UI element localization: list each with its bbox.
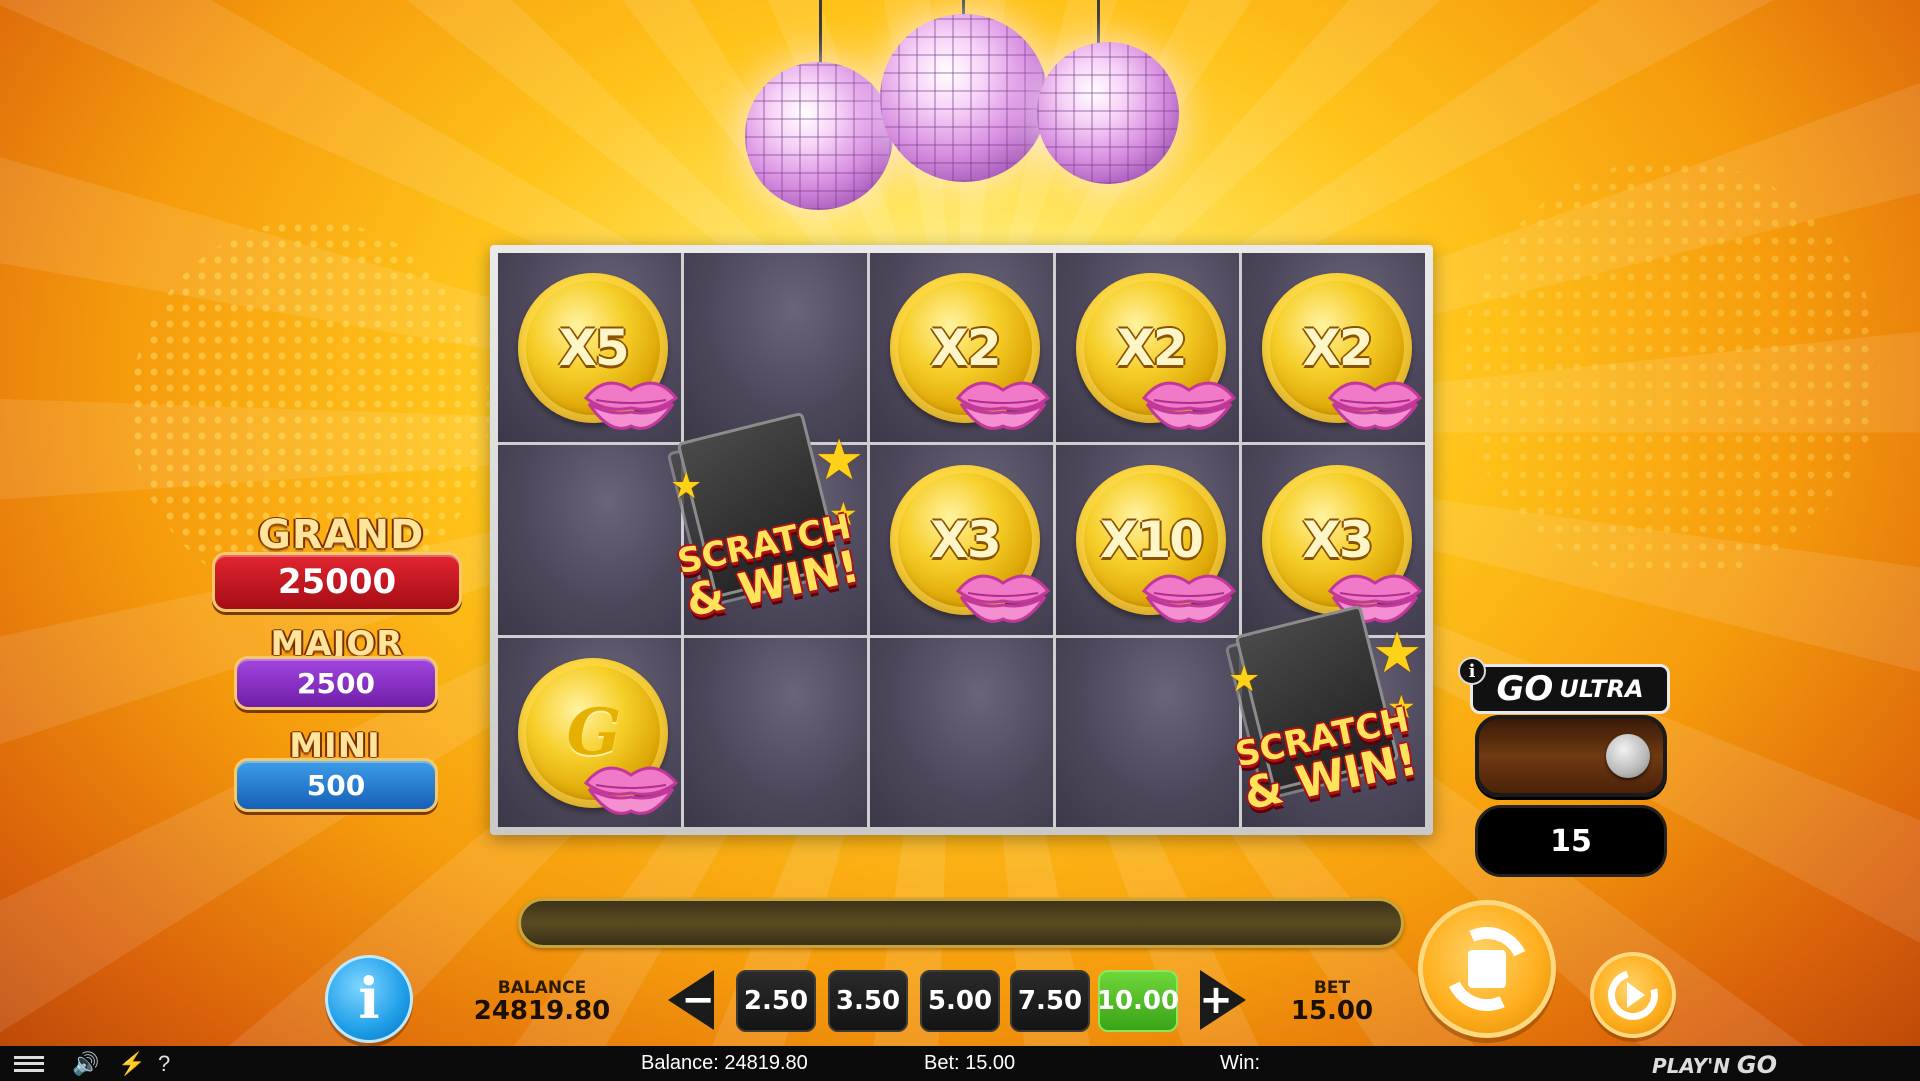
grid-cell: X3 (1242, 445, 1425, 635)
bet-option-1[interactable]: 3.50 (828, 970, 908, 1032)
bet-label: BET (1313, 978, 1351, 998)
play-icon (1627, 982, 1645, 1008)
bet-option-0[interactable]: 2.50 (736, 970, 816, 1032)
lightning-icon[interactable]: ⚡ (118, 1051, 145, 1077)
bet-decrease-button[interactable]: − (668, 970, 715, 1030)
grid-cell: X5 (498, 253, 681, 443)
balance-label: BALANCE (497, 978, 587, 998)
status-balance: Balance: 24819.80 (641, 1052, 808, 1074)
grid-cell (498, 445, 681, 635)
grid-cell (684, 253, 867, 443)
grid-cell: X3 (870, 445, 1053, 635)
info-button[interactable]: i (325, 955, 413, 1043)
jackpot-mini-value: 500 (234, 758, 438, 812)
disco-string (819, 0, 822, 70)
kiss-lips-icon (581, 753, 681, 823)
go-ultra-ultra-text: ULTRA (1559, 675, 1644, 703)
provider-logo-small: PLAY'N (1652, 1054, 1730, 1078)
bet-option-3[interactable]: 7.50 (1010, 970, 1090, 1032)
go-ultra-toggle-knob[interactable] (1606, 734, 1650, 778)
bet-option-2[interactable]: 5.00 (920, 970, 1000, 1032)
star-icon: ★ (1372, 620, 1423, 684)
grid-cell: X10 (1056, 445, 1239, 635)
kiss-lips-icon (953, 368, 1053, 438)
info-icon[interactable]: i (1458, 657, 1486, 685)
jackpot-major-value: 2500 (234, 656, 438, 710)
disco-ball-left (745, 62, 893, 210)
bet-value: 15.00 (1290, 996, 1374, 1026)
star-icon: ★ (814, 428, 865, 492)
bet-decrease-label: − (681, 977, 715, 1023)
grid-cell (1056, 637, 1239, 827)
bet-increase-label: + (1199, 977, 1233, 1023)
star-icon: ★ (670, 465, 703, 507)
bottom-status-bar: 🔊 ⚡ ? Balance: 24819.80 Bet: 15.00 Win: … (0, 1046, 1920, 1081)
kiss-lips-icon (1325, 368, 1425, 438)
jackpot-grand-value: 25000 (212, 552, 462, 612)
bet-increase-button[interactable]: + (1199, 970, 1246, 1030)
reel-grid-frame: X5 X2 X2 X2 ★ ★ ★ SCRATCH & WIN! X3 X10 X3 G ★ ★ ★ SCRAT… (490, 245, 1433, 835)
background-dots-right (1460, 160, 1880, 580)
reel-grid: X5 X2 X2 X2 ★ ★ ★ SCRATCH & WIN! X3 X10 X3 G ★ ★ ★ SCRAT… (498, 253, 1425, 827)
help-button[interactable]: ? (158, 1051, 170, 1077)
grid-cell: X2 (1056, 253, 1239, 443)
menu-icon[interactable] (14, 1056, 44, 1072)
grid-cell: ★ ★ ★ SCRATCH & WIN! (666, 411, 867, 635)
stop-square-icon (1468, 950, 1506, 988)
grid-cell: X2 (1242, 253, 1425, 443)
win-progress-bar (518, 898, 1404, 948)
scratch-win-symbol: ★ ★ ★ SCRATCH & WIN! (664, 411, 874, 635)
disco-ball-right (1037, 42, 1179, 184)
grid-cell (870, 637, 1053, 827)
bet-option-4[interactable]: 10.00 (1097, 970, 1179, 1032)
balance-value: 24819.80 (473, 996, 611, 1026)
status-win: Win: (1220, 1052, 1260, 1074)
scratch-win-symbol: ★ ★ ★ SCRATCH & WIN! (1222, 604, 1432, 828)
go-ultra-count: 15 (1475, 805, 1667, 877)
star-icon: ★ (1228, 657, 1261, 699)
disco-string (1097, 0, 1100, 46)
grid-cell (684, 637, 867, 827)
speaker-icon[interactable]: 🔊 (72, 1051, 99, 1077)
go-ultra-label: GO ULTRA (1470, 664, 1670, 714)
provider-logo: PLAY'N GO (1652, 1051, 1777, 1079)
grid-cell: ★ ★ ★ SCRATCH & WIN! (1224, 604, 1425, 827)
grid-cell: G (498, 637, 681, 827)
status-bet: Bet: 15.00 (924, 1052, 1016, 1074)
provider-logo-big: GO (1736, 1051, 1778, 1079)
grid-cell: X2 (870, 253, 1053, 443)
go-ultra-go-text: GO (1496, 669, 1554, 709)
disco-ball-center (880, 14, 1048, 182)
kiss-lips-icon (1139, 368, 1239, 438)
kiss-lips-icon (953, 561, 1053, 631)
